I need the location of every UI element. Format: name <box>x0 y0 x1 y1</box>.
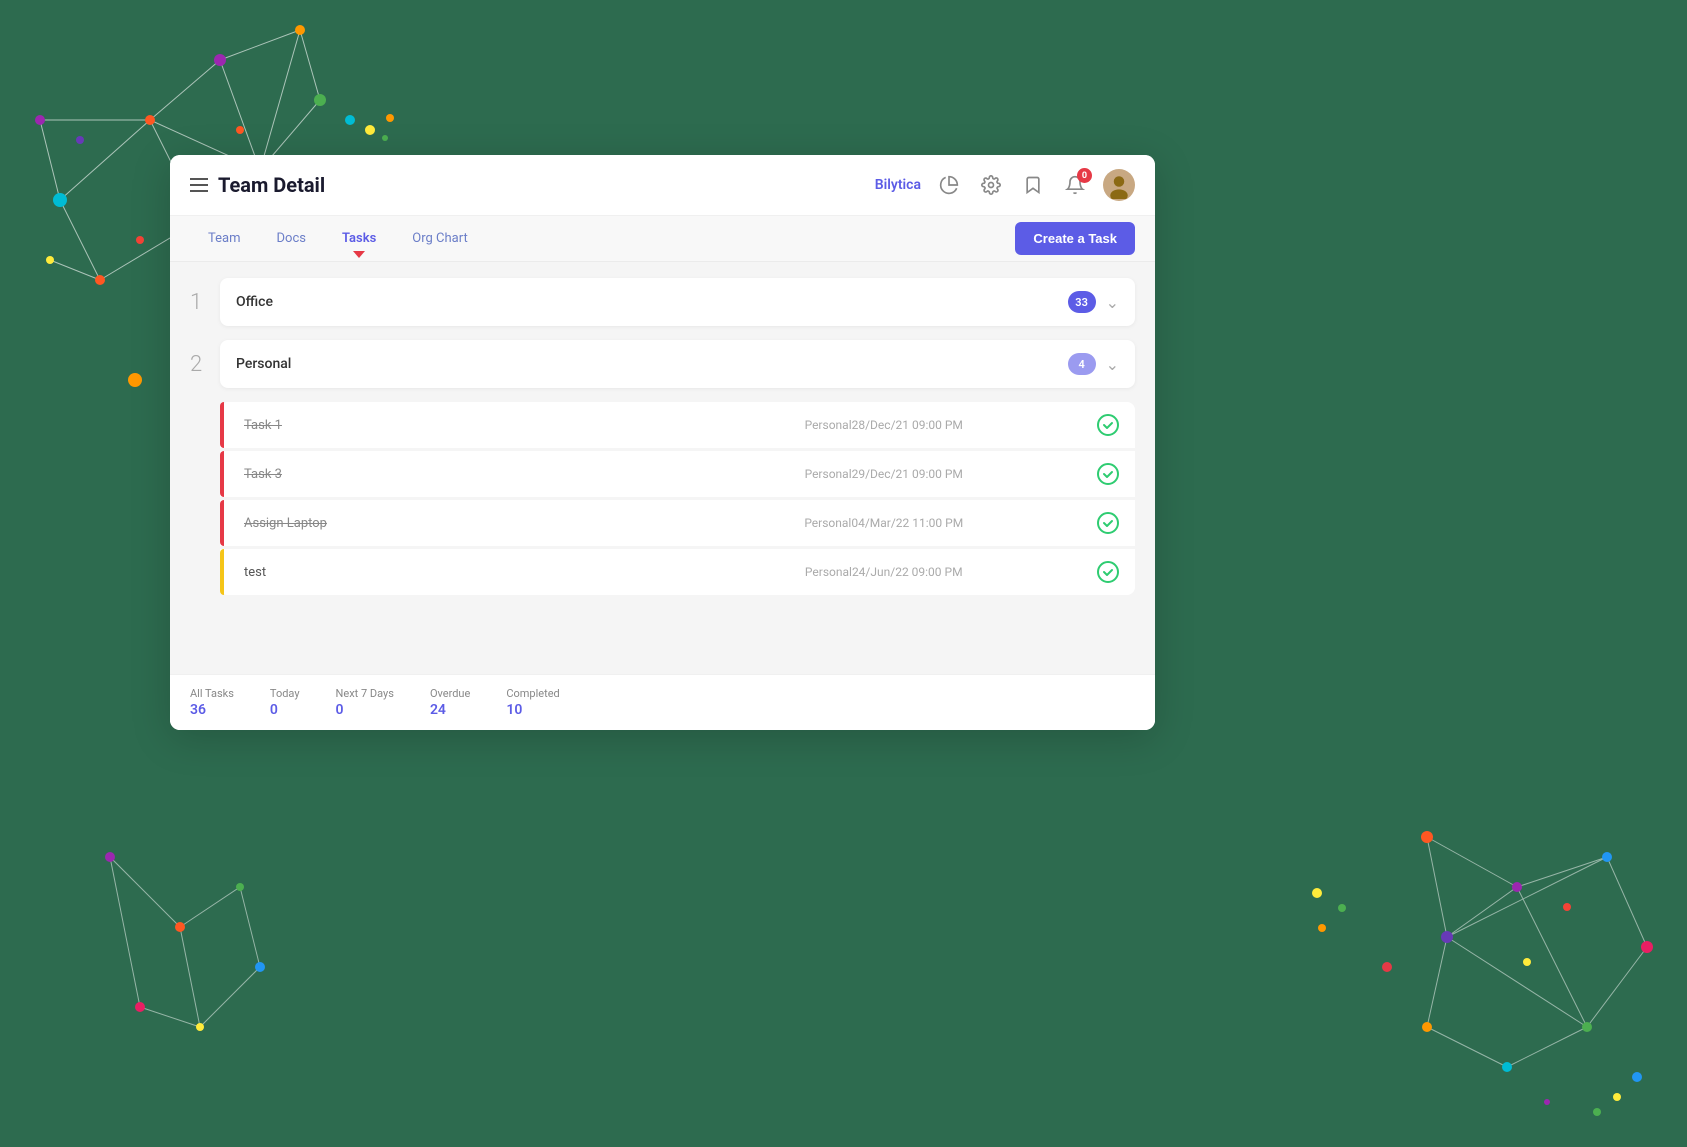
stat-completed-value: 10 <box>506 702 559 718</box>
page-title: Team Detail <box>218 173 325 197</box>
group-personal-right: 4 ⌄ <box>1068 353 1119 375</box>
task-check-1 <box>1097 414 1119 436</box>
office-chevron-icon: ⌄ <box>1106 293 1119 312</box>
task-name-1: Task 1 <box>236 418 671 433</box>
settings-icon[interactable] <box>977 171 1005 199</box>
stat-completed: Completed 10 <box>506 687 559 718</box>
stat-today-label: Today <box>270 687 300 700</box>
group-name-office: Office <box>236 294 273 310</box>
group-office-right: 33 ⌄ <box>1068 291 1119 313</box>
stat-overdue-value: 24 <box>430 702 470 718</box>
hamburger-menu-icon[interactable] <box>190 178 208 192</box>
group-row-office: 1 Office 33 ⌄ <box>190 278 1135 326</box>
task-item-assign-laptop[interactable]: Assign Laptop Personal04/Mar/22 11:00 PM <box>220 500 1135 547</box>
avatar-icon[interactable] <box>1103 169 1135 201</box>
stat-next-7-days: Next 7 Days 0 <box>336 687 394 718</box>
task-item-test[interactable]: test Personal24/Jun/22 09:00 PM <box>220 549 1135 595</box>
task-date-test: Personal24/Jun/22 09:00 PM <box>671 565 1098 579</box>
notification-icon[interactable]: 0 <box>1061 171 1089 199</box>
stat-overdue: Overdue 24 <box>430 687 470 718</box>
stat-all-tasks: All Tasks 36 <box>190 687 234 718</box>
stat-next-7-days-value: 0 <box>336 702 394 718</box>
stat-all-tasks-value: 36 <box>190 702 234 718</box>
task-name-test: test <box>236 565 671 580</box>
create-task-button[interactable]: Create a Task <box>1015 222 1135 255</box>
header-right: Bilytica <box>875 169 1135 201</box>
pie-chart-icon[interactable] <box>935 171 963 199</box>
task-item-1[interactable]: Task 1 Personal28/Dec/21 09:00 PM <box>220 402 1135 449</box>
group-card-personal[interactable]: Personal 4 ⌄ <box>220 340 1135 388</box>
group-name-personal: Personal <box>236 356 291 372</box>
main-card: Team Detail Bilytica <box>170 155 1155 730</box>
stat-completed-label: Completed <box>506 687 559 700</box>
task-check-assign-laptop <box>1097 512 1119 534</box>
tab-org-chart[interactable]: Org Chart <box>394 219 485 258</box>
task-date-1: Personal28/Dec/21 09:00 PM <box>671 418 1098 432</box>
card-header: Team Detail Bilytica <box>170 155 1155 216</box>
tasks-container: Task 1 Personal28/Dec/21 09:00 PM Task 3… <box>220 402 1135 595</box>
nav-tabs: Team Docs Tasks Org Chart <box>190 219 486 258</box>
group-number-1: 1 <box>190 290 206 315</box>
task-bar-test <box>220 549 224 595</box>
task-check-test <box>1097 561 1119 583</box>
tab-team[interactable]: Team <box>190 219 259 258</box>
task-date-3: Personal29/Dec/21 09:00 PM <box>671 467 1098 481</box>
card-nav: Team Docs Tasks Org Chart Create a Task <box>170 216 1155 262</box>
group-row-personal: 2 Personal 4 ⌄ <box>190 340 1135 388</box>
task-name-3: Task 3 <box>236 467 671 482</box>
personal-badge: 4 <box>1068 353 1096 375</box>
task-bar-3 <box>220 451 224 497</box>
stat-next-7-days-label: Next 7 Days <box>336 687 394 700</box>
header-left: Team Detail <box>190 173 325 197</box>
stat-all-tasks-label: All Tasks <box>190 687 234 700</box>
stat-today-value: 0 <box>270 702 300 718</box>
tab-tasks[interactable]: Tasks <box>324 219 394 258</box>
stat-overdue-label: Overdue <box>430 687 470 700</box>
stat-today: Today 0 <box>270 687 300 718</box>
task-date-assign-laptop: Personal04/Mar/22 11:00 PM <box>671 516 1098 530</box>
group-number-2: 2 <box>190 352 206 377</box>
task-bar-assign-laptop <box>220 500 224 546</box>
bookmark-icon[interactable] <box>1019 171 1047 199</box>
card-content: 1 Office 33 ⌄ 2 Personal 4 ⌄ <box>170 262 1155 727</box>
office-badge: 33 <box>1068 291 1096 313</box>
task-check-3 <box>1097 463 1119 485</box>
task-bar-1 <box>220 402 224 448</box>
brand-label: Bilytica <box>875 177 921 193</box>
notification-badge: 0 <box>1077 168 1092 183</box>
card-footer: All Tasks 36 Today 0 Next 7 Days 0 Overd… <box>170 674 1155 730</box>
tab-docs[interactable]: Docs <box>259 219 324 258</box>
group-card-office[interactable]: Office 33 ⌄ <box>220 278 1135 326</box>
task-item-3[interactable]: Task 3 Personal29/Dec/21 09:00 PM <box>220 451 1135 498</box>
personal-chevron-icon: ⌄ <box>1106 355 1119 374</box>
task-name-assign-laptop: Assign Laptop <box>236 516 671 531</box>
